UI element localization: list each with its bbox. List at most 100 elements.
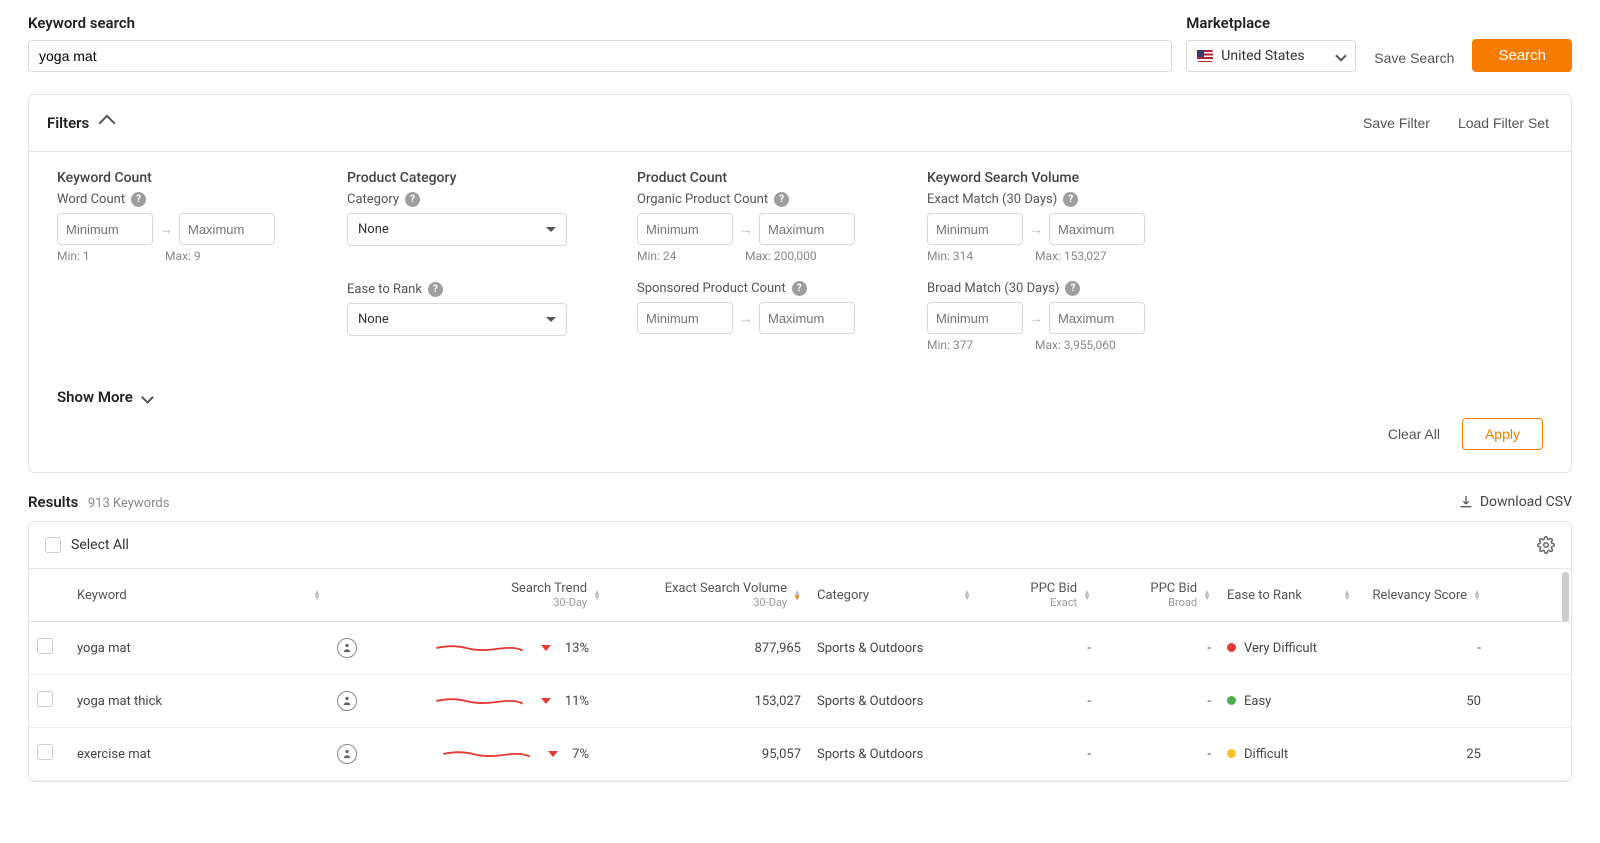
marketplace-select[interactable]: United States bbox=[1186, 40, 1356, 72]
sponsored-product-count-label: Sponsored Product Count bbox=[637, 281, 786, 296]
product-count-title: Product Count bbox=[637, 170, 927, 186]
row-checkbox[interactable] bbox=[37, 691, 53, 707]
organic-min-hint: Min: 24 bbox=[637, 249, 739, 263]
word-count-max-hint: Max: 9 bbox=[165, 249, 201, 263]
word-count-min-input[interactable] bbox=[57, 213, 153, 245]
keyword-count-title: Keyword Count bbox=[57, 170, 347, 186]
filters-toggle[interactable]: Filters bbox=[47, 114, 113, 132]
cell-ppc-broad: - bbox=[1099, 625, 1219, 672]
row-checkbox[interactable] bbox=[37, 638, 53, 654]
trend-pct: 11% bbox=[565, 694, 589, 709]
clear-all-button[interactable]: Clear All bbox=[1384, 420, 1444, 448]
select-all-label: Select All bbox=[71, 537, 129, 553]
scrollbar-thumb[interactable] bbox=[1562, 572, 1569, 622]
filters-title: Filters bbox=[47, 114, 89, 132]
col-search-trend[interactable]: Search Trend 30-Day ▲▼ bbox=[369, 569, 609, 621]
help-icon[interactable]: ? bbox=[131, 192, 146, 207]
col-ppc-exact[interactable]: PPC Bid Exact ▲▼ bbox=[979, 569, 1099, 621]
category-label: Category bbox=[347, 192, 399, 207]
cell-volume: 95,057 bbox=[609, 731, 809, 778]
cell-relevancy: 50 bbox=[1359, 678, 1489, 725]
cell-ppc-exact: - bbox=[979, 625, 1099, 672]
ease-dot-icon bbox=[1227, 749, 1236, 758]
sparkline-icon bbox=[432, 639, 527, 657]
keyword-search-label: Keyword search bbox=[28, 14, 1172, 32]
col-ease[interactable]: Ease to Rank ▲▼ bbox=[1219, 569, 1359, 621]
col-keyword[interactable]: Keyword ▲▼ bbox=[69, 569, 329, 621]
broad-min-input[interactable] bbox=[927, 302, 1023, 334]
cell-ease: Very Difficult bbox=[1219, 625, 1359, 672]
cell-volume: 153,027 bbox=[609, 678, 809, 725]
dropdown-icon bbox=[546, 317, 556, 322]
arrow-right-icon: → bbox=[739, 221, 753, 238]
cell-ppc-broad: - bbox=[1099, 731, 1219, 778]
search-button[interactable]: Search bbox=[1472, 39, 1572, 72]
row-action-icon[interactable] bbox=[337, 744, 357, 764]
dropdown-icon bbox=[546, 227, 556, 232]
help-icon[interactable]: ? bbox=[1065, 281, 1080, 296]
sort-icon: ▲▼ bbox=[593, 590, 601, 600]
cell-category: Sports & Outdoors bbox=[809, 625, 979, 672]
save-search-button[interactable]: Save Search bbox=[1370, 44, 1458, 72]
exact-max-input[interactable] bbox=[1049, 213, 1145, 245]
chevron-up-icon bbox=[99, 115, 116, 132]
show-more-label: Show More bbox=[57, 388, 133, 406]
help-icon[interactable]: ? bbox=[792, 281, 807, 296]
help-icon[interactable]: ? bbox=[428, 282, 443, 297]
organic-max-input[interactable] bbox=[759, 213, 855, 245]
trend-pct: 7% bbox=[572, 747, 589, 762]
sort-icon: ▲▼ bbox=[963, 590, 971, 600]
help-icon[interactable]: ? bbox=[774, 192, 789, 207]
chevron-down-icon bbox=[141, 391, 154, 404]
cell-relevancy: 25 bbox=[1359, 731, 1489, 778]
broad-max-hint: Max: 3,955,060 bbox=[1035, 338, 1116, 352]
product-category-title: Product Category bbox=[347, 170, 637, 186]
gear-icon[interactable] bbox=[1537, 536, 1555, 554]
organic-product-count-label: Organic Product Count bbox=[637, 192, 768, 207]
col-ppc-broad[interactable]: PPC Bid Broad ▲▼ bbox=[1099, 569, 1219, 621]
show-more-toggle[interactable]: Show More bbox=[47, 380, 1543, 414]
col-exact-volume[interactable]: Exact Search Volume 30-Day ▲▼ bbox=[609, 569, 809, 621]
trend-down-icon bbox=[541, 645, 551, 651]
download-csv-button[interactable]: Download CSV bbox=[1458, 494, 1572, 510]
sort-icon: ▲▼ bbox=[1473, 590, 1481, 600]
sort-icon: ▲▼ bbox=[1203, 590, 1211, 600]
category-select[interactable]: None bbox=[347, 213, 567, 246]
save-filter-button[interactable]: Save Filter bbox=[1359, 109, 1434, 137]
arrow-right-icon: → bbox=[739, 310, 753, 327]
cell-ppc-broad: - bbox=[1099, 678, 1219, 725]
keyword-search-input[interactable] bbox=[28, 40, 1172, 72]
exact-max-hint: Max: 153,027 bbox=[1035, 249, 1107, 263]
sponsored-max-input[interactable] bbox=[759, 302, 855, 334]
row-action-icon[interactable] bbox=[337, 691, 357, 711]
row-checkbox[interactable] bbox=[37, 744, 53, 760]
ease-to-rank-select[interactable]: None bbox=[347, 303, 567, 336]
ease-dot-icon bbox=[1227, 643, 1236, 652]
chevron-down-icon bbox=[1336, 50, 1347, 61]
col-category[interactable]: Category ▲▼ bbox=[809, 569, 979, 621]
exact-min-input[interactable] bbox=[927, 213, 1023, 245]
exact-match-label: Exact Match (30 Days) bbox=[927, 192, 1057, 207]
trend-down-icon bbox=[548, 751, 558, 757]
arrow-right-icon: → bbox=[1029, 310, 1043, 327]
cell-category: Sports & Outdoors bbox=[809, 678, 979, 725]
ease-dot-icon bbox=[1227, 696, 1236, 705]
load-filter-set-button[interactable]: Load Filter Set bbox=[1454, 109, 1553, 137]
cell-ease: Easy bbox=[1219, 678, 1359, 725]
cell-keyword: yoga mat bbox=[69, 625, 329, 672]
broad-max-input[interactable] bbox=[1049, 302, 1145, 334]
organic-min-input[interactable] bbox=[637, 213, 733, 245]
marketplace-label: Marketplace bbox=[1186, 14, 1356, 32]
sponsored-min-input[interactable] bbox=[637, 302, 733, 334]
results-title: Results bbox=[28, 493, 78, 511]
select-all-checkbox[interactable] bbox=[45, 537, 61, 553]
help-icon[interactable]: ? bbox=[1063, 192, 1078, 207]
exact-min-hint: Min: 314 bbox=[927, 249, 1029, 263]
help-icon[interactable]: ? bbox=[405, 192, 420, 207]
col-relevancy[interactable]: Relevancy Score ▲▼ bbox=[1359, 569, 1489, 621]
cell-keyword: exercise mat bbox=[69, 731, 329, 778]
word-count-max-input[interactable] bbox=[179, 213, 275, 245]
row-action-icon[interactable] bbox=[337, 638, 357, 658]
table-row: yoga mat 13% 877,965 Sports & Outdoors -… bbox=[29, 622, 1571, 675]
apply-button[interactable]: Apply bbox=[1462, 418, 1543, 450]
